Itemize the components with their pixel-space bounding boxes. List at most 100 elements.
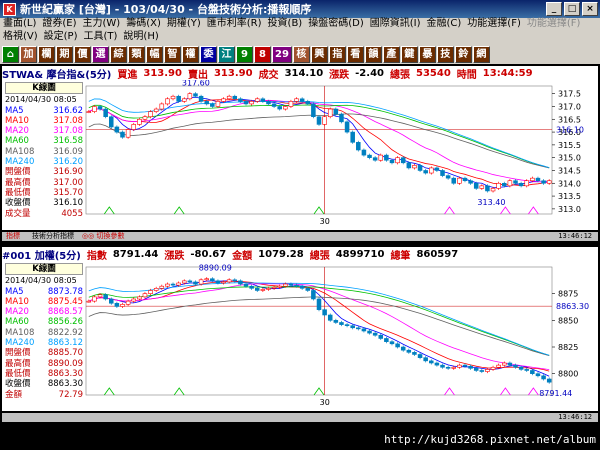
menu-item[interactable]: 金融(C) bbox=[427, 18, 462, 31]
candle-body bbox=[361, 328, 367, 332]
candle-body bbox=[356, 142, 361, 151]
menu-item[interactable]: 投資(B) bbox=[268, 18, 303, 31]
toolbar-button[interactable]: ⌂ bbox=[2, 45, 19, 63]
toolbar-button[interactable]: 產 bbox=[382, 45, 400, 63]
menu-item[interactable]: 設定(P) bbox=[44, 31, 78, 44]
candle-body bbox=[350, 325, 355, 329]
maximize-button[interactable]: □ bbox=[564, 2, 580, 16]
candle-body bbox=[327, 314, 333, 321]
toolbar-button[interactable]: 看 bbox=[346, 45, 364, 63]
candle-body bbox=[97, 106, 103, 110]
ask-value: 313.90 bbox=[213, 67, 253, 79]
toolbar-button[interactable]: 韻 bbox=[364, 45, 382, 63]
y-tick-label: 8825 bbox=[558, 343, 578, 352]
candle-body bbox=[518, 182, 524, 187]
candle-body bbox=[400, 346, 406, 351]
index-name[interactable]: #001 加權(5分) bbox=[2, 247, 81, 262]
toolbar-button[interactable]: 幅 bbox=[146, 45, 163, 63]
legend-item: MA5 8873.78 bbox=[5, 286, 83, 297]
candle-body bbox=[142, 116, 148, 120]
legend-taiex: K線圖 2014/04/30 08:05 MA5 8873.78 MA10 8875.45… bbox=[5, 263, 83, 400]
candle-body bbox=[176, 282, 181, 286]
switch-param[interactable]: ◎◎ 切換參數 bbox=[82, 232, 124, 241]
toolbar-button[interactable]: 暴 bbox=[418, 45, 436, 63]
toolbar-button[interactable]: 加 bbox=[20, 45, 37, 63]
candle-body bbox=[198, 279, 204, 285]
candle-body bbox=[389, 159, 395, 164]
candle-body bbox=[473, 182, 479, 189]
toolbar-button[interactable]: 選 bbox=[92, 45, 109, 63]
candle-body bbox=[120, 304, 125, 307]
toolbar-button[interactable]: 委 bbox=[200, 45, 217, 63]
toolbar-button[interactable]: 價 bbox=[74, 45, 91, 63]
toolbar-button[interactable]: 8 bbox=[254, 45, 271, 63]
toolbar-button[interactable]: 期 bbox=[56, 45, 73, 63]
legend-item: 最高價 8890.09 bbox=[5, 358, 83, 369]
candle-body bbox=[502, 362, 507, 366]
toolbar-button[interactable]: 網 bbox=[472, 45, 490, 63]
candle-body bbox=[198, 95, 204, 102]
minimize-button[interactable]: _ bbox=[546, 2, 562, 16]
toolbar-button[interactable]: 江 bbox=[218, 45, 235, 63]
menu-item[interactable]: 國際資訊(I) bbox=[370, 18, 421, 31]
trade-value: 314.10 bbox=[284, 67, 324, 79]
toolbar-button[interactable]: 29 bbox=[272, 45, 292, 63]
toolbar-button[interactable]: 9 bbox=[236, 45, 253, 63]
candle-body bbox=[137, 296, 142, 300]
app-icon: K bbox=[3, 2, 16, 16]
toolbar-button[interactable]: 指 bbox=[328, 45, 346, 63]
menu-item[interactable]: 籌碼(X) bbox=[126, 18, 161, 31]
candle-body bbox=[546, 378, 552, 383]
toolbar-button[interactable]: 興 bbox=[310, 45, 328, 63]
toolbar-button[interactable]: 類 bbox=[128, 45, 145, 63]
chart-panel-taiex[interactable]: 8875 8850 8825 8800 30 8863.30 8890.09 8791.44 … bbox=[2, 261, 598, 411]
toolbar-button[interactable]: 核 bbox=[292, 45, 310, 63]
candle-body bbox=[378, 154, 384, 161]
candle-body bbox=[86, 111, 92, 113]
candle-body bbox=[165, 98, 170, 105]
menu-item[interactable]: 功能選擇(F) bbox=[467, 18, 521, 31]
toolbar-button[interactable]: 欄 bbox=[38, 45, 55, 63]
menu-item[interactable]: 操盤密碼(D) bbox=[308, 18, 364, 31]
candle-body bbox=[221, 281, 226, 284]
close-button[interactable]: × bbox=[582, 2, 598, 16]
menu-item[interactable]: 畫面(L) bbox=[3, 18, 36, 31]
symbol-name[interactable]: STWA& 摩台指&(5分) bbox=[2, 66, 111, 81]
menu-item[interactable]: 工具(T) bbox=[84, 31, 118, 44]
chart-panel-stwa[interactable]: 317.5 317.0 316.5 316.0 315.5 315.0 314.5 314.0… bbox=[2, 79, 598, 230]
legend-item: 最低價 8863.30 bbox=[5, 368, 83, 379]
candle-body bbox=[176, 95, 181, 102]
candlestick-chart-taiex[interactable]: 8875 8850 8825 8800 30 8863.30 8890.09 8791.44 bbox=[2, 261, 598, 411]
menu-item[interactable]: 說明(H) bbox=[123, 31, 158, 44]
candlestick-chart-stwa[interactable]: 317.5317.0316.5316.0315.5315.0314.5314.0… bbox=[2, 79, 598, 230]
change-label: 漲跌 bbox=[329, 69, 350, 81]
candle-body bbox=[412, 165, 417, 169]
toolbar-button[interactable]: 鈴 bbox=[454, 45, 472, 63]
candle-body bbox=[109, 298, 114, 304]
candle-body bbox=[249, 101, 254, 105]
candle-body bbox=[125, 129, 131, 138]
y-tick-label: 8850 bbox=[558, 316, 578, 325]
menu-item[interactable]: 期權(Y) bbox=[167, 18, 201, 31]
candle-body bbox=[266, 288, 271, 290]
y-tick-label: 316.5 bbox=[558, 115, 581, 124]
menu-item[interactable]: 功能選擇(F) bbox=[527, 18, 581, 31]
toolbar-button[interactable]: 技 bbox=[436, 45, 454, 63]
candle-body bbox=[271, 103, 277, 107]
toolbar-button[interactable]: 綜 bbox=[110, 45, 127, 63]
toolbar-button[interactable]: 權 bbox=[182, 45, 199, 63]
menu-item[interactable]: 主力(W) bbox=[83, 18, 121, 31]
legend-item: 收盤價 8863.30 bbox=[5, 379, 83, 390]
menu-item[interactable]: 匯市利率(R) bbox=[207, 18, 262, 31]
menu-item[interactable]: 證券(E) bbox=[42, 18, 76, 31]
indicator-name[interactable]: 技術分析指標 bbox=[32, 232, 74, 241]
legend-item: 開盤價 316.90 bbox=[5, 167, 83, 178]
candle-body bbox=[513, 180, 518, 184]
trade-label: 成交 bbox=[258, 69, 279, 81]
indicator-label[interactable]: 指標 bbox=[6, 232, 20, 241]
candle-body bbox=[445, 175, 451, 179]
bid-label: 買進 bbox=[117, 69, 138, 81]
toolbar-button[interactable]: 鍵 bbox=[400, 45, 418, 63]
menu-item[interactable]: 格視(V) bbox=[3, 31, 38, 44]
toolbar-button[interactable]: 智 bbox=[164, 45, 181, 63]
